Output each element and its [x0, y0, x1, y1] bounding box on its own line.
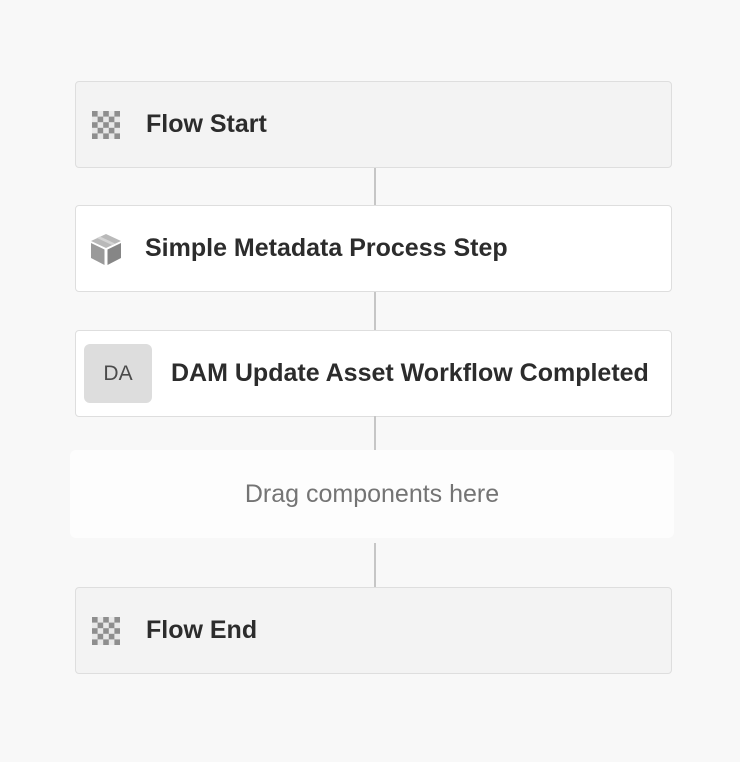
flow-start-node[interactable]: Flow Start	[75, 81, 672, 168]
simple-metadata-process-step-title: Simple Metadata Process Step	[145, 234, 508, 262]
dam-update-asset-workflow-completed-node[interactable]: DA DAM Update Asset Workflow Completed	[75, 330, 672, 417]
simple-metadata-process-step-node[interactable]: Simple Metadata Process Step	[75, 205, 672, 292]
connector-line	[374, 168, 376, 205]
flow-end-title: Flow End	[146, 616, 258, 644]
flow-start-title: Flow Start	[146, 110, 267, 138]
package-box-icon	[89, 232, 123, 266]
connector-line	[374, 292, 376, 330]
connector-line	[374, 543, 376, 587]
step-initials-badge: DA	[84, 344, 152, 403]
dam-update-asset-workflow-completed-title: DAM Update Asset Workflow Completed	[171, 359, 649, 387]
checkerboard-icon	[92, 110, 120, 139]
flow-end-node[interactable]: Flow End	[75, 587, 672, 674]
checkerboard-icon	[92, 616, 120, 645]
dropzone-label: Drag components here	[244, 479, 500, 508]
drag-components-dropzone[interactable]: Drag components here	[70, 450, 674, 538]
connector-line	[374, 416, 376, 452]
